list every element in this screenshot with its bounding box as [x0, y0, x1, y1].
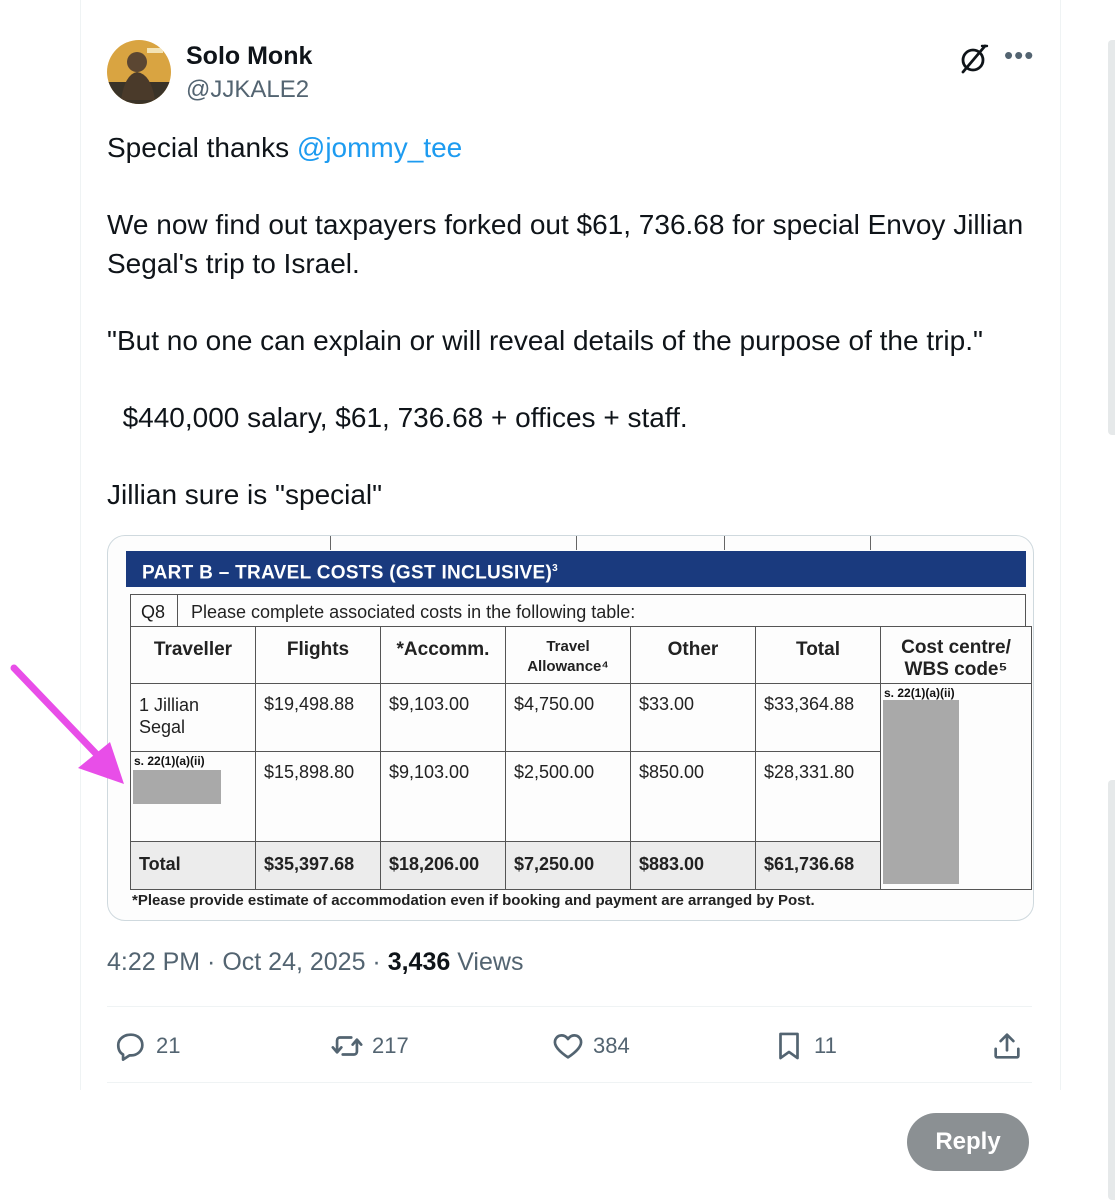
cell-total-other: $883.00 — [630, 841, 756, 890]
cell-total-travel: $7,250.00 — [505, 841, 631, 890]
tweet-date[interactable]: Oct 24, 2025 — [222, 948, 365, 976]
avatar[interactable] — [107, 40, 171, 104]
reply-count: 21 — [156, 1033, 181, 1058]
more-options-icon[interactable]: ••• — [1004, 40, 1034, 71]
like-count: 384 — [593, 1033, 630, 1058]
reply-action[interactable]: 21 — [114, 1027, 180, 1065]
table-row: 1 Jillian Segal $19,498.88 $9,103.00 $4,7… — [130, 683, 1032, 890]
grok-icon[interactable] — [958, 43, 990, 75]
views-count: 3,436 — [387, 948, 451, 976]
tweet-meta: 4:22 PM · Oct 24, 2025 · 3,436 Views — [107, 948, 524, 976]
tweet-time[interactable]: 4:22 PM — [107, 948, 200, 976]
header-other: Other — [630, 626, 756, 684]
redaction-block — [133, 770, 221, 804]
cell-flights: $15,898.80 — [255, 751, 381, 842]
pink-arrow-annotation — [10, 664, 124, 784]
cell-other: $33.00 — [630, 683, 756, 752]
document-scan: PART B – TRAVEL COSTS (GST INCLUSIVE)3 Q… — [108, 536, 1033, 920]
bookmark-action[interactable]: 11 — [772, 1027, 837, 1065]
tweet-line1-prefix: Special thanks — [107, 132, 297, 163]
cell-total: $28,331.80 — [755, 751, 881, 842]
tweet-line-1: Special thanks @jommy_tee — [107, 128, 1037, 167]
question-text: Please complete associated costs in the … — [191, 602, 636, 622]
tweet-paragraph-2: We now find out taxpayers forked out $61… — [107, 209, 1032, 279]
repost-icon — [331, 1036, 363, 1056]
heart-icon — [553, 1034, 583, 1059]
redaction-block — [883, 700, 959, 884]
header-cost-centre: Cost centre/WBS code⁵ — [880, 626, 1032, 684]
cost-centre-redaction-label: s. 22(1)(a)(ii) — [884, 686, 955, 700]
cell-total: $33,364.88 — [755, 683, 881, 752]
question-row: Q8 Please complete associated costs in t… — [130, 594, 1026, 627]
repost-action[interactable]: 217 — [330, 1027, 409, 1065]
cell-traveller-redacted: s. 22(1)(a)(ii) — [130, 751, 256, 842]
divider — [107, 1082, 1032, 1083]
tweet-paragraph-4: $440,000 salary, $61, 736.68 + offices +… — [107, 402, 688, 433]
cell-accomm: $9,103.00 — [380, 683, 506, 752]
tweet-paragraph-5: Jillian sure is "special" — [107, 479, 383, 510]
cell-travel: $2,500.00 — [505, 751, 631, 842]
like-action[interactable]: 384 — [551, 1027, 630, 1065]
timeline-border-right — [1060, 0, 1061, 1090]
header-travel-allowance: Travel Allowance⁴ — [505, 626, 631, 684]
share-icon — [994, 1033, 1020, 1059]
cell-flights: $19,498.88 — [255, 683, 381, 752]
question-number: Q8 — [141, 602, 166, 622]
scrollbar-track-lower[interactable] — [1108, 780, 1115, 1200]
divider — [107, 1006, 1032, 1007]
document-footnote: *Please provide estimate of accommodatio… — [132, 892, 815, 909]
travel-costs-table: Traveller Flights *Accomm. Travel Allowan… — [130, 626, 1032, 890]
share-action[interactable] — [990, 1027, 1032, 1065]
author-name[interactable]: Solo Monk — [186, 42, 312, 71]
tweet-image[interactable]: PART B – TRAVEL COSTS (GST INCLUSIVE)3 Q… — [107, 535, 1034, 921]
views-label: Views — [450, 948, 524, 976]
reply-button[interactable]: Reply — [907, 1113, 1029, 1171]
bookmark-count: 11 — [814, 1033, 837, 1058]
header-total: Total — [755, 626, 881, 684]
header-flights: Flights — [255, 626, 381, 684]
cell-total-label: Total — [130, 841, 256, 890]
scrollbar-track[interactable] — [1108, 40, 1115, 435]
mention-link[interactable]: @jommy_tee — [297, 132, 462, 163]
banner-title: PART B – TRAVEL COSTS (GST INCLUSIVE) — [142, 562, 553, 584]
repost-count: 217 — [372, 1033, 409, 1058]
tweet-text: Special thanks @jommy_tee We now find ou… — [107, 128, 1037, 514]
cell-accomm: $9,103.00 — [380, 751, 506, 842]
bookmark-icon — [779, 1032, 799, 1060]
cell-traveller: 1 Jillian Segal — [130, 683, 256, 752]
reply-icon — [116, 1033, 144, 1061]
author-handle[interactable]: @JJKALE2 — [186, 76, 309, 104]
cell-travel: $4,750.00 — [505, 683, 631, 752]
cell-total-flights: $35,397.68 — [255, 841, 381, 890]
cell-total-total: $61,736.68 — [755, 841, 881, 890]
header-accomm: *Accomm. — [380, 626, 506, 684]
timeline-border-left — [80, 0, 81, 1090]
cell-total-accomm: $18,206.00 — [380, 841, 506, 890]
header-traveller: Traveller — [130, 626, 256, 684]
banner-footnote-marker: 3 — [552, 563, 559, 574]
traveller-redaction-label: s. 22(1)(a)(ii) — [134, 754, 205, 768]
table-header-row: Traveller Flights *Accomm. Travel Allowan… — [130, 626, 1032, 684]
cell-other: $850.00 — [630, 751, 756, 842]
cell-cost-centre: s. 22(1)(a)(ii) — [880, 683, 1032, 890]
tweet-paragraph-3: "But no one can explain or will reveal d… — [107, 325, 983, 356]
document-banner: PART B – TRAVEL COSTS (GST INCLUSIVE)3 — [126, 551, 1026, 587]
